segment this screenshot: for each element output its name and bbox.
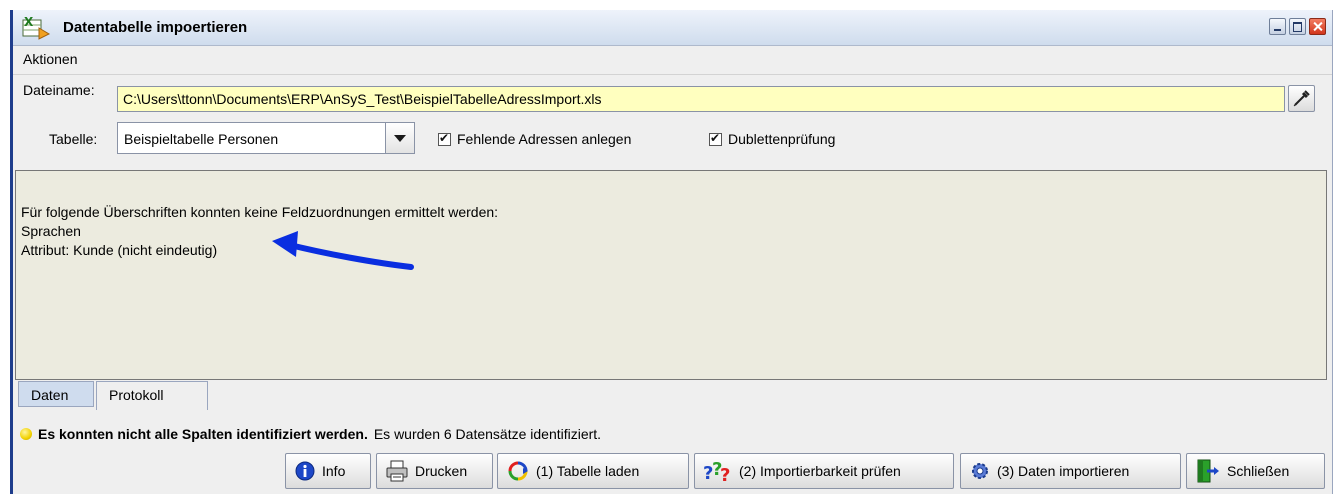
- maximize-button[interactable]: [1289, 18, 1306, 35]
- warning-dot-icon: [20, 428, 32, 440]
- refresh-icon: [508, 461, 528, 481]
- status-line: Es konnten nicht alle Spalten identifizi…: [20, 426, 601, 442]
- duplicate-check-label: Dublettenprüfung: [728, 131, 836, 147]
- excel-import-icon: X: [22, 15, 51, 40]
- missing-addresses-checkbox[interactable]: Fehlende Adressen anlegen: [438, 131, 631, 147]
- duplicate-check-checkbox[interactable]: Dublettenprüfung: [709, 131, 835, 147]
- chevron-down-icon[interactable]: [385, 123, 414, 153]
- log-line: Attribut: Kunde (nicht eindeutig): [21, 242, 218, 258]
- log-line: Für folgende Überschriften konnten keine…: [21, 204, 499, 220]
- checkbox-icon[interactable]: [709, 131, 722, 146]
- info-icon: [295, 461, 315, 481]
- file-label: Dateiname:: [23, 82, 95, 98]
- load-table-button[interactable]: (1) Tabelle laden: [497, 453, 689, 489]
- check-importability-label: (2) Importierbarkeit prüfen: [739, 463, 901, 479]
- status-bold-text: Es konnten nicht alle Spalten identifizi…: [38, 426, 368, 442]
- svg-text:X: X: [24, 15, 34, 29]
- check-importability-button[interactable]: ? ? ? (2) Importierbarkeit prüfen: [694, 453, 954, 489]
- import-data-button[interactable]: (3) Daten importieren: [960, 453, 1181, 489]
- exit-door-icon: [1197, 459, 1219, 483]
- load-table-label: (1) Tabelle laden: [536, 463, 640, 479]
- close-button[interactable]: Schließen: [1186, 453, 1325, 489]
- tab-protokoll[interactable]: Protokoll: [96, 381, 208, 410]
- tab-daten[interactable]: Daten: [18, 381, 94, 407]
- close-window-button[interactable]: [1309, 18, 1326, 35]
- import-data-label: (3) Daten importieren: [997, 463, 1130, 479]
- menu-actions[interactable]: Aktionen: [23, 51, 77, 67]
- info-button-label: Info: [322, 463, 346, 479]
- svg-text:?: ?: [720, 465, 730, 483]
- gear-icon: [972, 463, 988, 479]
- file-path-field[interactable]: C:\Users\ttonn\Documents\ERP\AnSyS_Test\…: [117, 86, 1285, 112]
- protocol-log[interactable]: Für folgende Überschriften konnten keine…: [15, 170, 1327, 380]
- table-label: Tabelle:: [49, 131, 98, 147]
- question-marks-icon: ? ? ?: [703, 459, 730, 483]
- table-select-value: Beispieltabelle Personen: [124, 131, 279, 147]
- pipette-icon: [1293, 90, 1310, 107]
- missing-addresses-label: Fehlende Adressen anlegen: [457, 131, 632, 147]
- menu-bar: Aktionen: [13, 46, 1332, 75]
- printer-icon: [386, 460, 408, 482]
- print-button-label: Drucken: [415, 463, 468, 479]
- file-picker-button[interactable]: [1288, 85, 1315, 112]
- window-title: Datentabelle impoertieren: [63, 19, 248, 36]
- checkbox-icon[interactable]: [438, 131, 451, 146]
- print-button[interactable]: Drucken: [376, 453, 493, 489]
- close-button-label: Schließen: [1227, 463, 1290, 479]
- title-bar: X Datentabelle impoertieren: [13, 10, 1332, 46]
- status-text: Es wurden 6 Datensätze identifiziert.: [373, 426, 602, 442]
- minimize-button[interactable]: [1269, 18, 1286, 35]
- arrow-annotation-icon: [272, 231, 414, 270]
- info-button[interactable]: Info: [285, 453, 371, 489]
- table-select[interactable]: Beispieltabelle Personen: [117, 122, 415, 154]
- log-line: Sprachen: [21, 223, 81, 239]
